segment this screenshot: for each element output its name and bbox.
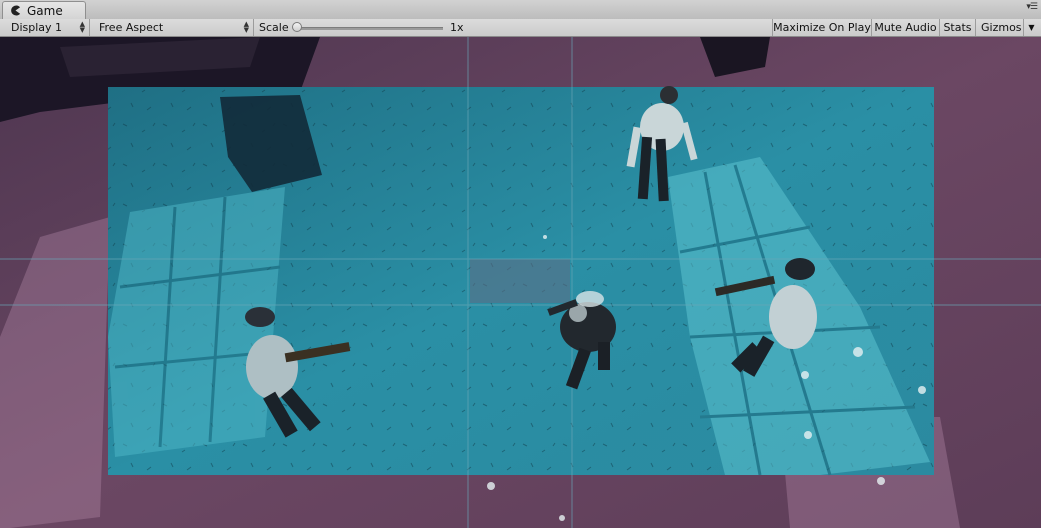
pacman-game-icon [11,5,21,16]
stats-button[interactable]: Stats [939,19,975,36]
maximize-on-play-button[interactable]: Maximize On Play [772,19,871,36]
dropdown-arrows-icon: ▲ ▼ [243,20,249,34]
window-tab-bar: Game ▾☰ [0,0,1041,20]
scale-label: Scale [259,21,289,34]
aspect-dropdown[interactable]: Free Aspect ▲ ▼ [94,19,254,36]
game-viewport[interactable] [0,37,1041,528]
display-dropdown-label: Display 1 [11,21,63,34]
game-scene [0,37,1041,528]
scale-slider-track[interactable] [297,27,443,30]
mute-audio-button[interactable]: Mute Audio [871,19,939,36]
scale-slider-handle[interactable] [292,22,302,32]
game-tab[interactable]: Game [2,1,86,19]
gizmos-button[interactable]: Gizmos [975,19,1023,36]
scale-value: 1x [450,21,464,34]
dropdown-arrows-icon: ▲ ▼ [79,20,85,34]
center-highlight-tile [470,259,570,303]
display-dropdown[interactable]: Display 1 ▲ ▼ [6,19,90,36]
game-toolbar: Display 1 ▲ ▼ Free Aspect ▲ ▼ Scale 1x Max… [0,19,1041,37]
gizmos-dropdown-arrow-icon[interactable]: ▼ [1023,19,1039,36]
aspect-dropdown-label: Free Aspect [99,21,164,34]
tab-title: Game [27,3,63,18]
tab-menu-icon[interactable]: ▾☰ [1026,2,1038,12]
